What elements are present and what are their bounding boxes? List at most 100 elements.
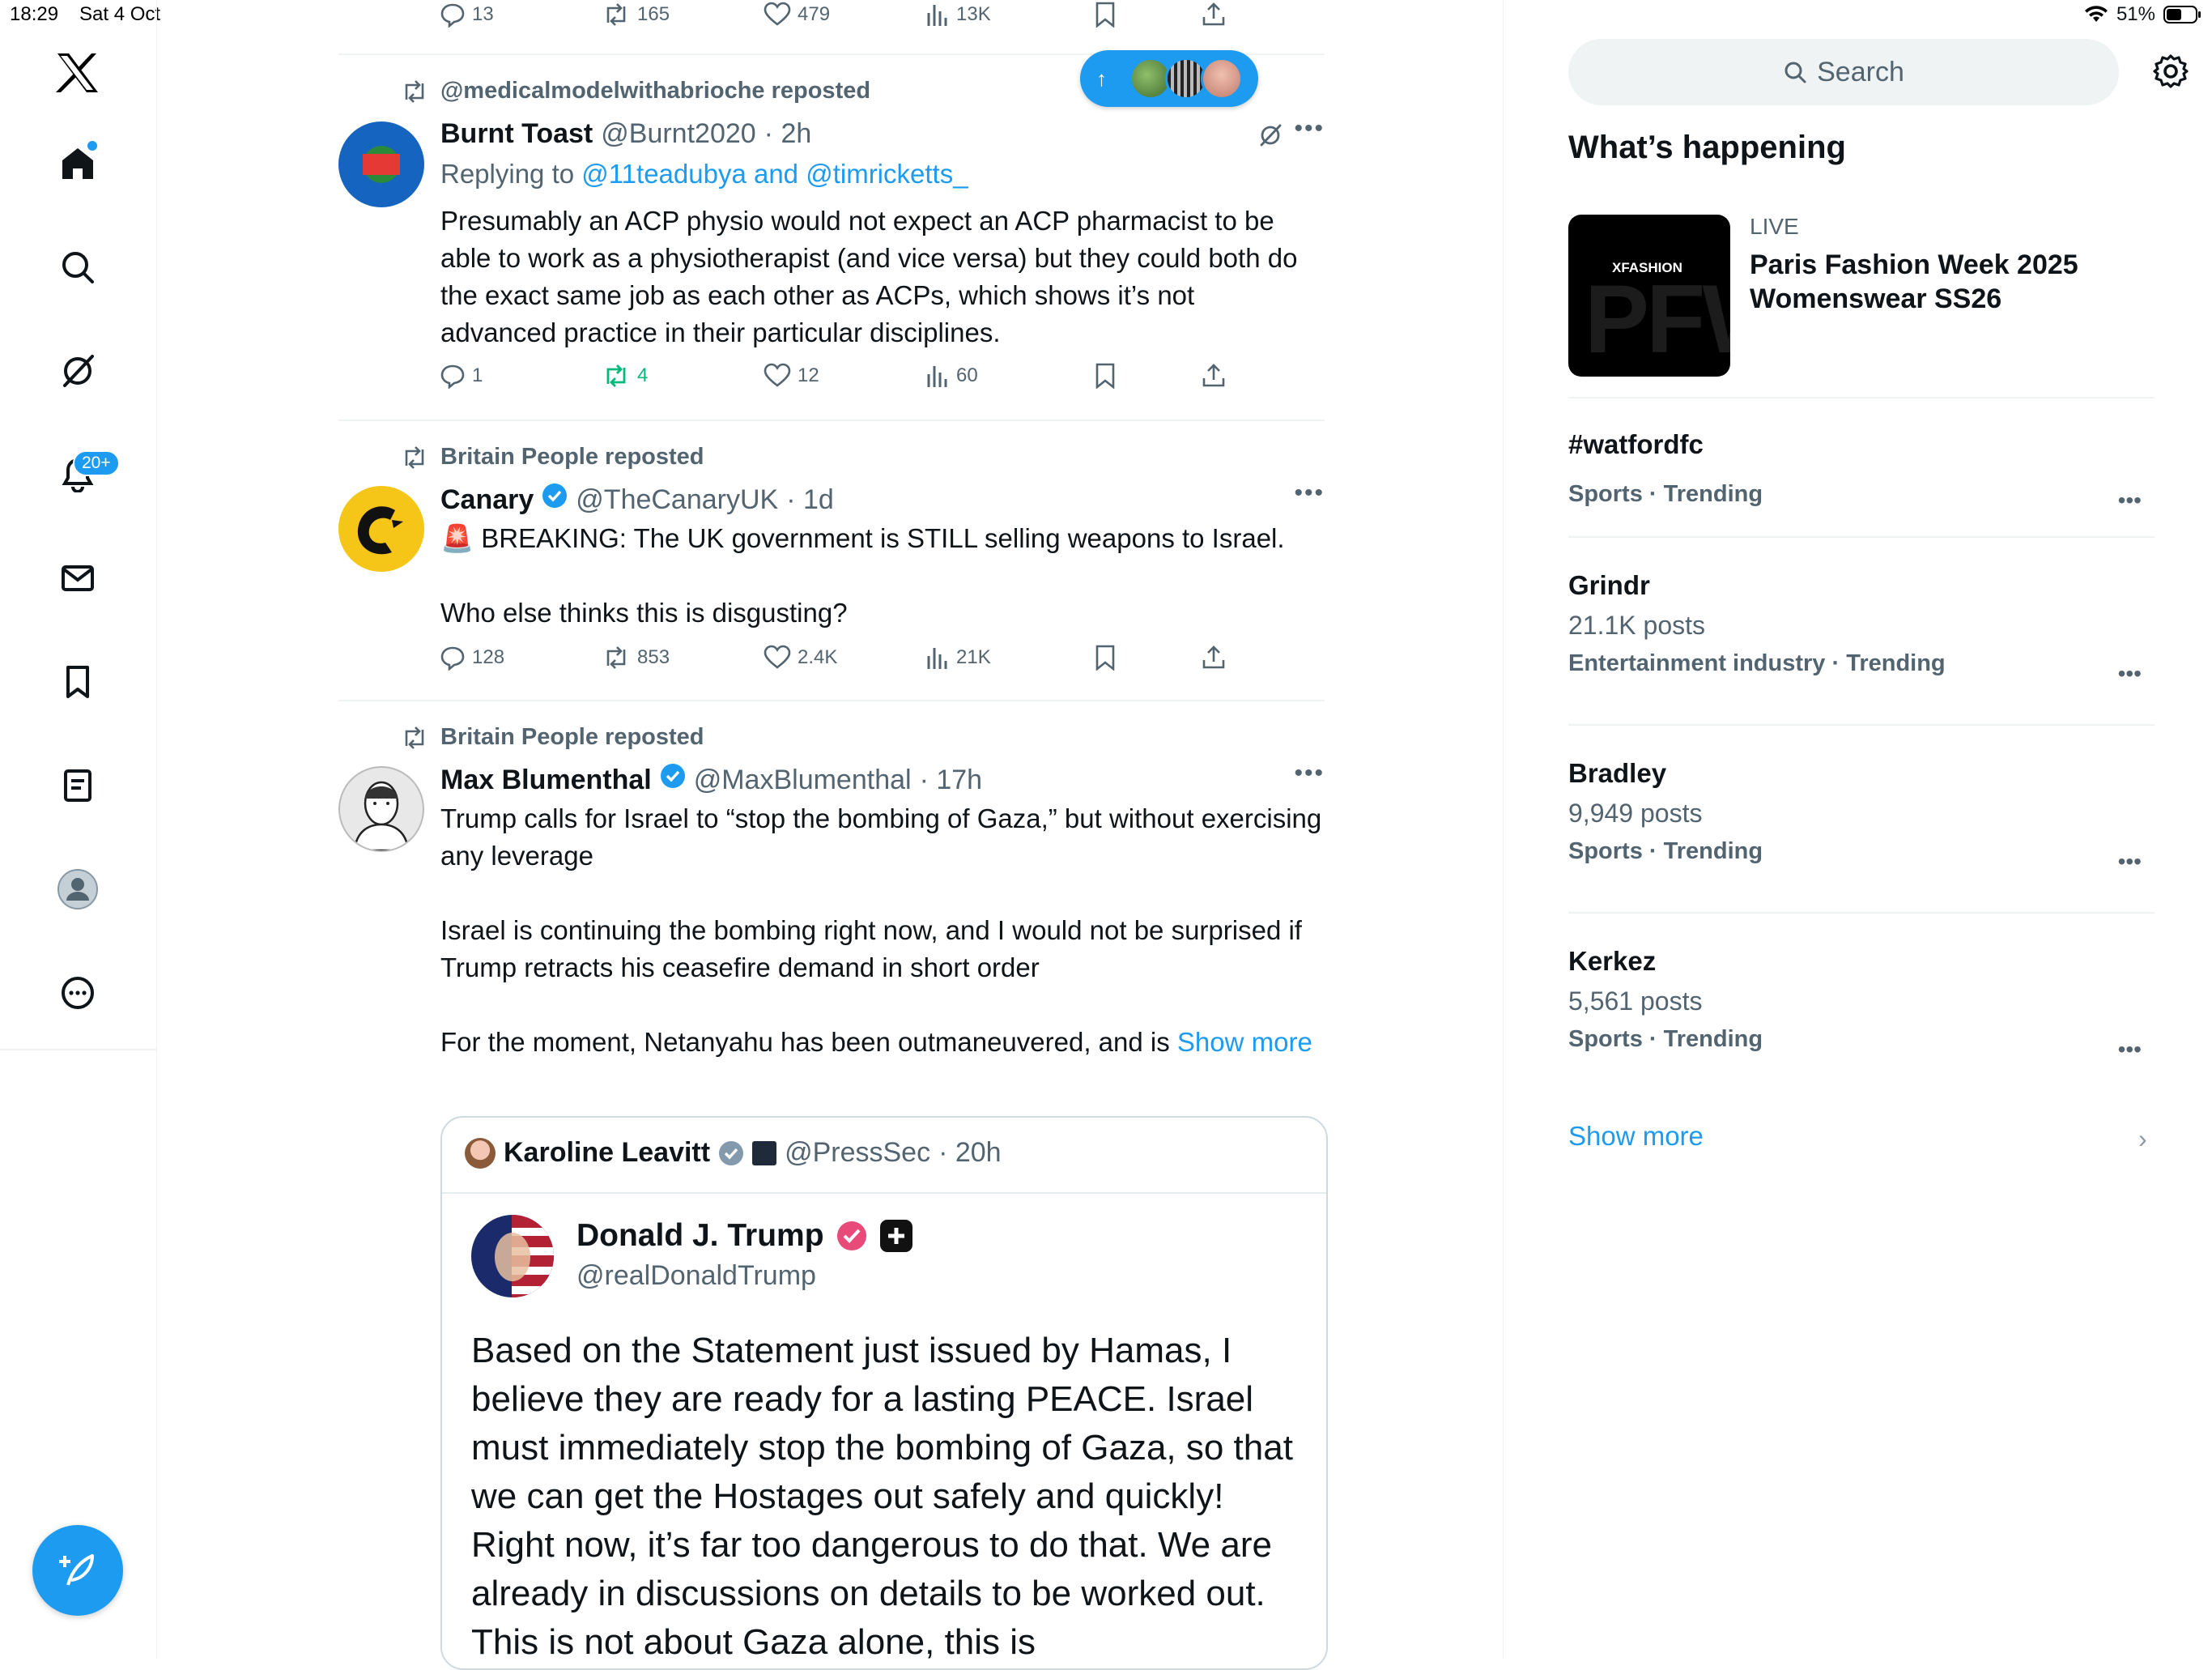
replying-to-handles[interactable]: @11teadubya and @timricketts_	[581, 159, 968, 189]
like-button[interactable]: 12	[764, 363, 819, 389]
explore-search-icon[interactable]	[52, 241, 104, 293]
post-body: 🚨 BREAKING: The UK government is STILL s…	[440, 520, 1331, 632]
repost-button[interactable]: 165	[602, 2, 670, 28]
quoted-post-card[interactable]: Karoline Leavitt @PressSec · 20h Donald …	[440, 1116, 1328, 1670]
quoted-author-handle[interactable]: @PressSec	[785, 1137, 930, 1169]
views-button[interactable]: 60	[925, 363, 978, 389]
show-more-link[interactable]: Show more	[1177, 1027, 1312, 1057]
truth-social-plus-icon	[879, 1219, 913, 1253]
featured-event-image[interactable]: PFW XFASHION	[1568, 215, 1730, 377]
show-more-link[interactable]: Show more	[1568, 1121, 1704, 1152]
trend-item[interactable]: Bradley 9,949 posts Sports · Trending ••…	[1568, 758, 2155, 880]
trend-more-icon[interactable]: •••	[2118, 1037, 2142, 1063]
repost-icon	[400, 725, 429, 751]
post-text-line: Who else thinks this is disgusting?	[440, 598, 848, 628]
messages-mail-icon[interactable]	[52, 552, 104, 604]
search-input[interactable]: Search	[1568, 39, 2119, 105]
views-button[interactable]: 21K	[925, 645, 991, 671]
burnt-toast-avatar[interactable]	[338, 121, 424, 207]
author-handle[interactable]: @MaxBlumenthal	[694, 765, 912, 796]
whats-happening-heading: What’s happening	[1568, 130, 1846, 165]
share-upload-icon	[1201, 645, 1227, 671]
inner-author-handle: @realDonaldTrump	[576, 1260, 816, 1291]
author-handle[interactable]: @Burnt2020	[601, 118, 755, 150]
trend-more-icon[interactable]: •••	[2118, 488, 2142, 513]
like-count: 2.4K	[798, 646, 838, 668]
views-chart-icon	[925, 645, 950, 671]
repost-button[interactable]: 4	[602, 363, 648, 389]
author-name[interactable]: Max Blumenthal	[440, 765, 652, 796]
repost-attribution-text[interactable]: @medicalmodelwithabrioche reposted	[440, 78, 870, 104]
repost-attribution-text[interactable]: Britain People reposted	[440, 444, 704, 471]
lists-icon[interactable]	[52, 760, 104, 812]
arrow-up-icon: ↑	[1096, 66, 1107, 91]
bookmark-button[interactable]	[1094, 363, 1117, 389]
search-placeholder: Search	[1817, 56, 1904, 87]
right-sidebar: Search What’s happening PFW XFASHION LIV…	[1503, 0, 2212, 1659]
post-body: Trump calls for Israel to “stop the bomb…	[440, 800, 1328, 1061]
quoted-author-name[interactable]: Karoline Leavitt	[504, 1137, 710, 1169]
more-circle-icon[interactable]	[52, 967, 104, 1019]
reply-button[interactable]: 1	[440, 363, 483, 389]
reply-button[interactable]: 13	[440, 2, 494, 28]
more-options-icon[interactable]: •••	[1294, 760, 1325, 787]
post-time[interactable]: · 2h	[764, 118, 812, 150]
share-button[interactable]	[1201, 645, 1227, 671]
post-paragraph-text: For the moment, Netanyahu has been outma…	[440, 1027, 1177, 1057]
like-button[interactable]: 2.4K	[764, 645, 837, 671]
post-paragraph: Trump calls for Israel to “stop the bomb…	[440, 803, 1322, 871]
views-count: 13K	[956, 3, 991, 25]
featured-event-title[interactable]: Paris Fashion Week 2025 Womenswear SS26	[1750, 248, 2171, 316]
author-name[interactable]: Burnt Toast	[440, 118, 593, 150]
compose-post-button[interactable]	[32, 1525, 123, 1616]
trend-more-icon[interactable]: •••	[2118, 661, 2142, 687]
trend-post-count: 21.1K posts	[1568, 611, 1705, 640]
views-count: 60	[956, 364, 978, 386]
trend-item[interactable]: Kerkez 5,561 posts Sports · Trending •••	[1568, 946, 2155, 1067]
repost-attribution: @medicalmodelwithabrioche reposted	[400, 78, 870, 104]
repost-count: 4	[637, 364, 649, 386]
new-posts-pill[interactable]: ↑	[1080, 50, 1258, 107]
grok-icon[interactable]	[52, 345, 104, 397]
trend-divider	[1568, 724, 2155, 726]
trend-category: Sports · Trending	[1568, 1026, 1763, 1052]
grok-icon[interactable]	[1258, 123, 1283, 147]
settings-gear-icon[interactable]	[2153, 53, 2189, 89]
share-button[interactable]	[1201, 2, 1227, 28]
x-logo-icon[interactable]	[52, 47, 104, 99]
author-handle[interactable]: @TheCanaryUK	[576, 484, 778, 516]
repost-button[interactable]: 853	[602, 645, 670, 671]
trend-more-icon[interactable]: •••	[2118, 849, 2142, 875]
bookmark-button[interactable]	[1094, 645, 1117, 671]
verified-pink-badge-icon	[836, 1220, 868, 1252]
like-button[interactable]: 479	[764, 2, 830, 28]
more-options-icon[interactable]: •••	[1294, 479, 1325, 507]
karoline-leavitt-avatar[interactable]	[465, 1137, 496, 1169]
heart-icon	[764, 2, 791, 28]
views-button[interactable]: 13K	[925, 2, 991, 28]
author-name[interactable]: Canary	[440, 484, 534, 516]
post-paragraph: Israel is continuing the bombing right n…	[440, 915, 1302, 982]
trend-item[interactable]: Grindr 21.1K posts Entertainment industr…	[1568, 570, 2155, 692]
repost-icon	[400, 79, 429, 104]
featured-image-bg-text: PFW	[1585, 265, 1730, 373]
reply-button[interactable]: 128	[440, 645, 504, 671]
post-time[interactable]: · 17h	[920, 765, 983, 796]
post-paragraph: For the moment, Netanyahu has been outma…	[440, 1024, 1328, 1061]
post-actions: 128 853 2.4K 21K	[440, 645, 1249, 677]
bookmarks-icon[interactable]	[52, 656, 104, 708]
share-button[interactable]	[1201, 363, 1227, 389]
trend-item[interactable]: #watfordfc Sports · Trending •••	[1568, 429, 2155, 518]
bookmark-button[interactable]	[1094, 2, 1117, 28]
max-blumenthal-avatar[interactable]	[338, 766, 424, 852]
post-time[interactable]: · 1d	[786, 484, 834, 516]
reply-count: 128	[472, 646, 505, 668]
more-options-icon[interactable]: •••	[1294, 115, 1325, 143]
canary-avatar[interactable]	[338, 486, 424, 572]
affiliate-badge-icon	[752, 1140, 777, 1165]
replying-to-line: Replying to @11teadubya and @timricketts…	[440, 155, 1331, 193]
profile-avatar-icon[interactable]	[52, 863, 104, 915]
repost-attribution-text[interactable]: Britain People reposted	[440, 724, 704, 751]
search-icon	[1783, 60, 1807, 84]
trend-category: Entertainment industry · Trending	[1568, 650, 1946, 676]
